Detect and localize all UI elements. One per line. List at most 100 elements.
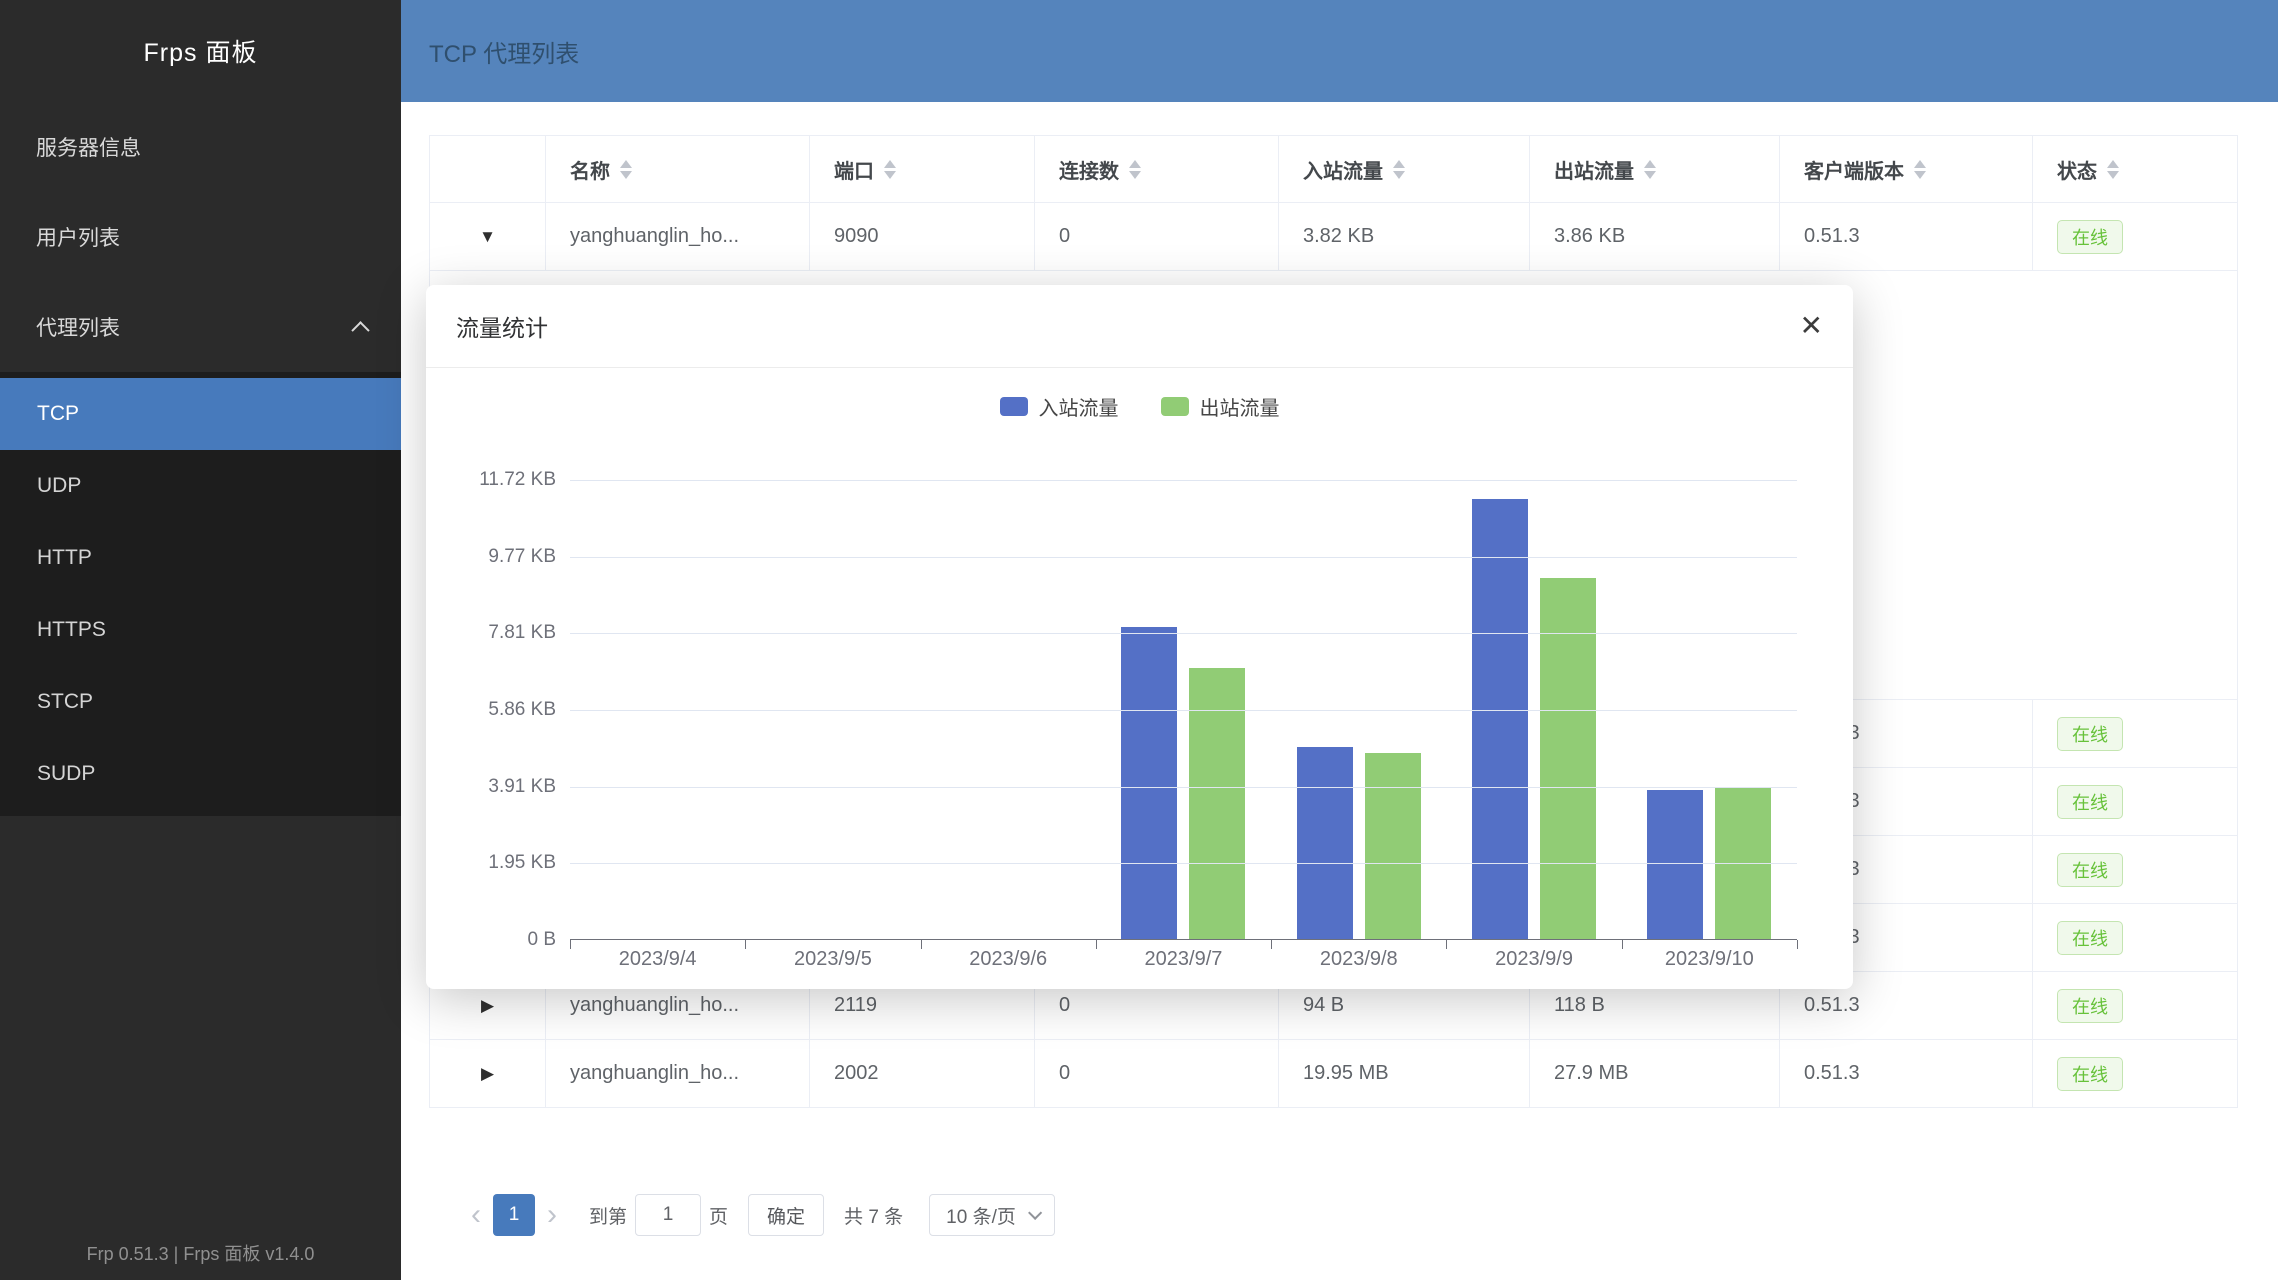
cell-connections: 0 [1035, 1040, 1279, 1107]
axis-tick [1622, 940, 1623, 949]
column-header-name[interactable]: 名称 [546, 136, 810, 202]
status-badge: 在线 [2057, 220, 2123, 254]
sort-icon[interactable] [2107, 160, 2119, 179]
axis-tick [921, 940, 922, 949]
chart-gridline [570, 863, 1797, 864]
sidebar-item-proxy-list[interactable]: 代理列表 [0, 282, 401, 372]
x-tick-label: 2023/9/8 [1271, 948, 1446, 971]
column-label: 名称 [570, 155, 610, 184]
sidebar-item-label: SUDP [37, 762, 95, 786]
chart-plot [570, 480, 1797, 940]
column-label: 出站流量 [1554, 155, 1634, 184]
legend-item-outbound[interactable]: 出站流量 [1161, 392, 1280, 421]
modal-header: 流量统计 ✕ [426, 285, 1853, 368]
app-title: Frps 面板 [0, 0, 401, 102]
goto-label: 到第 [589, 1202, 627, 1229]
column-header-traffic-in[interactable]: 入站流量 [1279, 136, 1530, 202]
sidebar-menu: 服务器信息 用户列表 代理列表 TCP UDP HTTP H [0, 102, 401, 816]
sort-icon[interactable] [884, 160, 896, 179]
y-tick-label: 1.95 KB [426, 851, 556, 875]
y-tick-label: 11.72 KB [426, 468, 556, 492]
close-icon[interactable]: ✕ [1800, 312, 1823, 340]
page-number-button[interactable]: 1 [493, 1194, 535, 1236]
column-label: 端口 [834, 155, 874, 184]
page-title: TCP 代理列表 [429, 34, 579, 69]
y-tick-label: 5.86 KB [426, 698, 556, 722]
chart-category-slot [1446, 480, 1621, 939]
column-header-connections[interactable]: 连接数 [1035, 136, 1279, 202]
status-badge: 在线 [2057, 717, 2123, 751]
page-size-select[interactable]: 10 条/页 [929, 1194, 1055, 1236]
chevron-up-icon [351, 321, 369, 339]
sidebar-item-sudp[interactable]: SUDP [0, 738, 401, 810]
collapse-row-icon[interactable]: ▼ [479, 228, 496, 245]
chart-gridline [570, 633, 1797, 634]
expand-row-icon[interactable]: ▶ [481, 997, 494, 1014]
traffic-bar-chart: 11.72 KB9.77 KB7.81 KB5.86 KB3.91 KB1.95… [426, 285, 1853, 989]
chart-gridline [570, 787, 1797, 788]
sort-icon[interactable] [1129, 160, 1141, 179]
pagination: ‹ 1 › 到第 页 确定 共 7 条 10 条/页 [459, 1194, 2238, 1236]
legend-item-inbound[interactable]: 入站流量 [1000, 392, 1119, 421]
chart-bar [1540, 578, 1596, 939]
chevron-down-icon [1028, 1206, 1042, 1220]
table-row[interactable]: ▼ yanghuanglin_ho... 9090 0 3.82 KB 3.86… [430, 203, 2237, 271]
table-row[interactable]: ▶ yanghuanglin_ho... 2002 0 19.95 MB 27.… [430, 1040, 2237, 1108]
chart-legend: 入站流量 出站流量 [426, 392, 1853, 421]
sidebar-item-label: 用户列表 [36, 222, 120, 252]
chart-category-slot [1096, 480, 1271, 939]
expand-row-icon[interactable]: ▶ [481, 1065, 494, 1082]
sidebar-item-stcp[interactable]: STCP [0, 666, 401, 738]
page-unit-label: 页 [709, 1202, 728, 1229]
table-header-row: 名称 端口 连接数 入站流量 [430, 136, 2237, 203]
sidebar-item-label: 代理列表 [36, 312, 120, 342]
sidebar-item-user-list[interactable]: 用户列表 [0, 192, 401, 282]
page-jump-input[interactable] [635, 1194, 701, 1236]
cell-name: yanghuanglin_ho... [546, 1040, 810, 1107]
column-header-port[interactable]: 端口 [810, 136, 1035, 202]
sort-icon[interactable] [1393, 160, 1405, 179]
confirm-button[interactable]: 确定 [748, 1194, 824, 1236]
sidebar-item-label: TCP [37, 402, 79, 426]
sidebar-item-udp[interactable]: UDP [0, 450, 401, 522]
sidebar: Frps 面板 服务器信息 用户列表 代理列表 TCP UDP HTTP [0, 0, 401, 1280]
sort-icon[interactable] [1644, 160, 1656, 179]
cell-port: 2002 [810, 1040, 1035, 1107]
status-badge: 在线 [2057, 853, 2123, 887]
sort-icon[interactable] [1914, 160, 1926, 179]
sort-icon[interactable] [620, 160, 632, 179]
cell-traffic-in: 3.82 KB [1279, 203, 1530, 270]
chart-bar [1121, 627, 1177, 939]
column-label: 状态 [2057, 155, 2097, 184]
cell-version: 0.51.3 [1780, 203, 2033, 270]
axis-tick [1271, 940, 1272, 949]
status-badge: 在线 [2057, 785, 2123, 819]
sidebar-item-label: STCP [37, 690, 93, 714]
chart-bar [1297, 747, 1353, 939]
sidebar-item-https[interactable]: HTTPS [0, 594, 401, 666]
sidebar-item-http[interactable]: HTTP [0, 522, 401, 594]
cell-port: 9090 [810, 203, 1035, 270]
legend-swatch-outbound [1161, 397, 1189, 416]
page-size-value: 10 条/页 [946, 1202, 1016, 1229]
sidebar-item-label: UDP [37, 474, 81, 498]
chart-gridline [570, 480, 1797, 481]
sidebar-submenu: TCP UDP HTTP HTTPS STCP SUDP [0, 372, 401, 816]
y-tick-label: 0 B [426, 928, 556, 952]
modal-title: 流量统计 [456, 309, 548, 343]
chart-category-slot [570, 480, 745, 939]
column-header-client-version[interactable]: 客户端版本 [1780, 136, 2033, 202]
sidebar-footer-version: Frp 0.51.3 | Frps 面板 v1.4.0 [0, 1240, 401, 1266]
next-page-button[interactable]: › [535, 1200, 569, 1230]
chart-x-labels: 2023/9/42023/9/52023/9/62023/9/72023/9/8… [570, 948, 1797, 971]
chart-bars [570, 480, 1797, 939]
x-tick-label: 2023/9/9 [1446, 948, 1621, 971]
cell-name: yanghuanglin_ho... [546, 203, 810, 270]
column-header-traffic-out[interactable]: 出站流量 [1530, 136, 1780, 202]
column-header-status[interactable]: 状态 [2033, 136, 2237, 202]
sidebar-item-label: HTTP [37, 546, 92, 570]
x-tick-label: 2023/9/5 [745, 948, 920, 971]
sidebar-item-server-info[interactable]: 服务器信息 [0, 102, 401, 192]
prev-page-button[interactable]: ‹ [459, 1200, 493, 1230]
sidebar-item-tcp[interactable]: TCP [0, 378, 401, 450]
